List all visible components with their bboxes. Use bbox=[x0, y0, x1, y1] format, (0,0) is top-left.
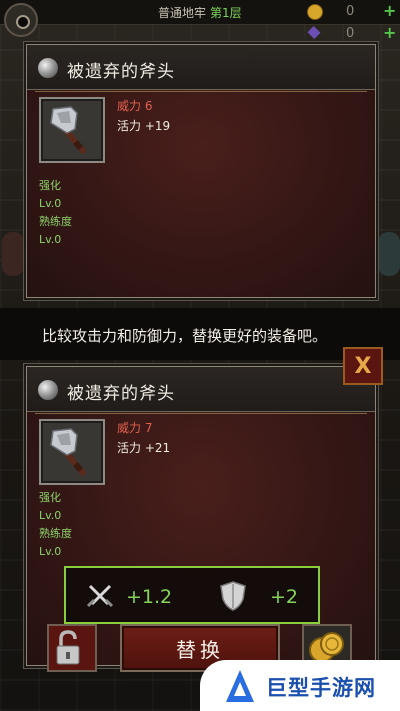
mastery-label: 熟练度 bbox=[39, 215, 72, 228]
slot-orb-icon bbox=[37, 57, 59, 79]
item-name: 被遗弃的斧头 bbox=[67, 62, 175, 82]
unlock-icon bbox=[56, 630, 80, 665]
close-button[interactable]: X bbox=[343, 347, 383, 385]
defense-delta: +2 bbox=[270, 586, 299, 608]
top-bar: 普通地牢 第1层 0 + bbox=[0, 0, 400, 25]
site-logo-icon bbox=[226, 670, 254, 702]
slot-orb-icon bbox=[37, 379, 59, 401]
enhance-label: 强化 bbox=[39, 179, 61, 192]
replace-label: 替换 bbox=[176, 637, 224, 662]
item-meta: 强化 Lv.0 熟练度 Lv.0 bbox=[39, 177, 72, 249]
attack-delta: +1.2 bbox=[126, 586, 173, 608]
stat-comparison: +1.2 +2 bbox=[64, 566, 320, 624]
item-meta: 强化 Lv.0 熟练度 Lv.0 bbox=[39, 489, 72, 561]
floor-label: 普通地牢 第1层 bbox=[158, 6, 242, 20]
axe-icon[interactable] bbox=[39, 419, 105, 485]
panel-header: 被遗弃的斧头 bbox=[27, 367, 375, 414]
unlock-button[interactable] bbox=[47, 624, 97, 672]
close-icon: X bbox=[354, 353, 372, 379]
equipped-item-panel: 被遗弃的斧头 威力 6 活力 +19 强化 Lv.0 熟练度 Lv.0 bbox=[26, 44, 376, 298]
gold-value: 0 bbox=[346, 4, 355, 19]
crossed-swords-icon bbox=[86, 584, 114, 608]
item-name: 被遗弃的斧头 bbox=[67, 384, 175, 404]
power-stat: 威力 7 bbox=[117, 421, 153, 435]
enhance-level: Lv.0 bbox=[39, 509, 62, 522]
add-gold-icon[interactable]: + bbox=[383, 1, 396, 20]
add-gem-icon[interactable]: + bbox=[383, 23, 396, 42]
panel-header: 被遗弃的斧头 bbox=[27, 45, 375, 92]
gold-coin-icon bbox=[307, 4, 323, 20]
watermark: 巨型手游网 bbox=[200, 660, 400, 711]
axe-icon[interactable] bbox=[39, 97, 105, 163]
left-character-silhouette bbox=[2, 232, 24, 276]
mastery-level: Lv.0 bbox=[39, 545, 62, 558]
tip-text: 比较攻击力和防御力，替换更好的装备吧。 bbox=[42, 327, 328, 345]
vitality-stat: 活力 +21 bbox=[117, 441, 171, 455]
shield-icon bbox=[220, 581, 246, 611]
tip-banner: 比较攻击力和防御力，替换更好的装备吧。 bbox=[0, 308, 400, 360]
gem-value: 0 bbox=[346, 26, 355, 41]
enhance-label: 强化 bbox=[39, 491, 61, 504]
mastery-level: Lv.0 bbox=[39, 233, 62, 246]
watermark-text: 巨型手游网 bbox=[266, 676, 376, 700]
vitality-stat: 活力 +19 bbox=[117, 119, 171, 133]
eye-icon[interactable] bbox=[4, 3, 38, 37]
floor-level: 第1层 bbox=[210, 6, 242, 20]
right-character-silhouette bbox=[378, 232, 400, 276]
power-stat: 威力 6 bbox=[117, 99, 153, 113]
mastery-label: 熟练度 bbox=[39, 527, 72, 540]
enhance-level: Lv.0 bbox=[39, 197, 62, 210]
